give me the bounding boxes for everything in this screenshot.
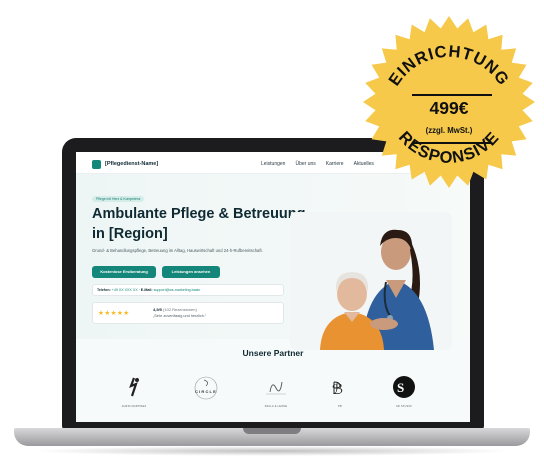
rating-value: 4,9/5 — [153, 307, 162, 312]
partner-caption: PAULA & LEONE — [264, 405, 288, 408]
services-button[interactable]: Leistungen ansehen — [162, 266, 220, 278]
circle-logo-icon — [194, 376, 218, 400]
hero-section: Pflege mit Herz & Kompetenz Ambulante Pf… — [76, 174, 470, 350]
nav-item-karriere[interactable]: Karriere — [326, 161, 344, 167]
partners-title: Unsere Partner — [242, 348, 304, 358]
star-rating-icon: ★★★★★ — [98, 310, 130, 317]
hero-title: Ambulante Pflege & Betreuung in [Region] — [92, 206, 306, 242]
hero-subtitle: Grund- & Behandlungspflege, Betreuung im… — [92, 248, 263, 253]
phone-link[interactable]: +49 XX XXX XX — [112, 288, 138, 292]
pb-monogram-icon: ℬ — [332, 381, 343, 398]
badge-divider-bottom — [412, 142, 492, 144]
partner-caption: CIRCLE — [194, 389, 218, 394]
nav-item-ueber-uns[interactable]: Über uns — [295, 161, 315, 167]
consultation-button[interactable]: Kostenlose Erstberatung — [92, 266, 156, 278]
price-badge: EINRICHTUNG RESPONSIVE 499€ (zzgl. MwSt.… — [360, 14, 538, 190]
email-link[interactable]: support@ws-marketing.basin — [154, 288, 201, 292]
partner-logo-sd[interactable]: S SD STUDIO — [380, 374, 428, 408]
hero-photo — [290, 212, 452, 350]
badge-tax-note: (zzgl. MwSt.) — [425, 126, 473, 135]
hero-tagline-badge: Pflege mit Herz & Kompetenz — [92, 196, 145, 202]
contact-bar: Telefon: +49 XX XXX XX · E-Mail: support… — [92, 284, 284, 296]
rating-score: 4,9/5 (102 Rezensionen) — [153, 307, 197, 312]
script-logo-icon — [266, 381, 286, 395]
laptop-hinge-notch — [243, 428, 301, 434]
figure-logo-icon — [129, 377, 139, 397]
badge-divider-top — [412, 94, 492, 96]
review-quote: „Sehr zuverlässig und herzlich.“ — [153, 314, 207, 318]
partners-row: AURIN MARTINEZ CIRCLE PAULA & LEONE ℬ PB… — [76, 366, 470, 412]
partner-caption: PB — [338, 405, 342, 408]
partner-logo-pb[interactable]: ℬ PB — [316, 374, 364, 408]
svg-text:S: S — [397, 380, 404, 395]
phone-label: Telefon: — [97, 288, 111, 292]
sd-monogram-icon: S — [393, 376, 415, 398]
brand-name[interactable]: [Pflegedienst-Name] — [105, 161, 158, 167]
email-label: E-Mail: — [140, 288, 153, 292]
caregiver-and-senior-image — [290, 212, 452, 350]
reviews-card: ★★★★★ 4,9/5 (102 Rezensionen) „Sehr zuve… — [92, 302, 284, 324]
partner-logo-aurin[interactable]: AURIN MARTINEZ — [110, 374, 158, 408]
product-mockup: [Pflegedienst-Name] Leistungen Über uns … — [0, 0, 544, 466]
website-screen: [Pflegedienst-Name] Leistungen Über uns … — [76, 152, 470, 422]
review-count: (102 Rezensionen) — [163, 307, 197, 312]
badge-price: 499€ — [429, 98, 469, 118]
partner-logo-paula[interactable]: PAULA & LEONE — [252, 374, 300, 408]
laptop-shadow — [30, 446, 514, 456]
logo-icon[interactable] — [92, 160, 101, 169]
main-nav: Leistungen Über uns Karriere Aktuelles — [261, 161, 374, 167]
partner-caption: SD STUDIO — [396, 405, 412, 408]
nav-item-leistungen[interactable]: Leistungen — [261, 161, 285, 167]
partner-caption: AURIN MARTINEZ — [121, 405, 147, 408]
partner-logo-circle[interactable]: CIRCLE — [182, 374, 230, 408]
